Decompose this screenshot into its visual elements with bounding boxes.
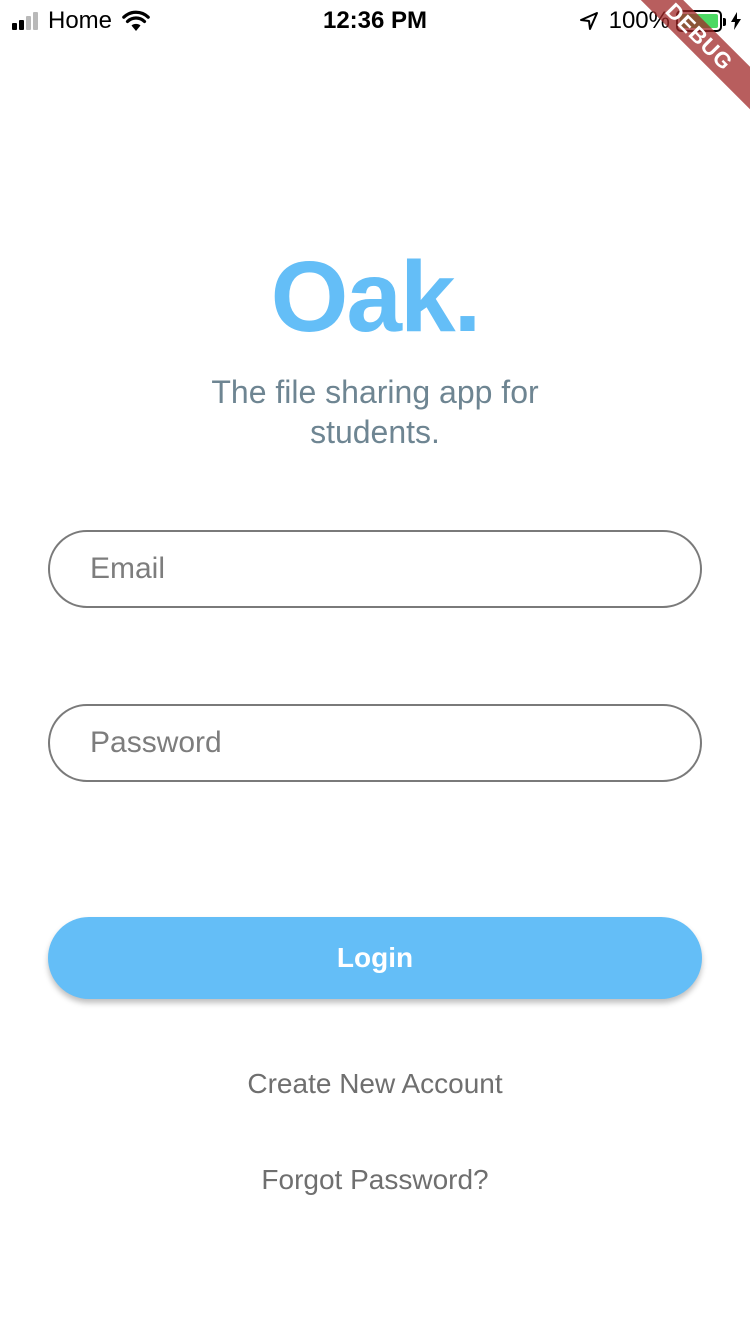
password-field-container[interactable] [48,704,702,782]
email-field-container[interactable] [48,530,702,608]
email-input[interactable] [90,552,700,586]
app-logo: Oak. [270,241,482,353]
status-bar: Home 12:36 PM 100% [0,0,750,40]
forgot-password-link[interactable]: Forgot Password? [0,1164,750,1196]
login-button[interactable]: Login [48,917,702,999]
charging-bolt-icon [731,12,741,30]
location-arrow-icon [579,12,598,30]
create-account-link[interactable]: Create New Account [0,1068,750,1100]
login-screen: Home 12:36 PM 100% DEBUG Oak. The file s… [0,0,750,1334]
password-input[interactable] [90,726,700,760]
app-tagline: The file sharing app for students. [211,374,539,450]
battery-cap [723,18,726,26]
